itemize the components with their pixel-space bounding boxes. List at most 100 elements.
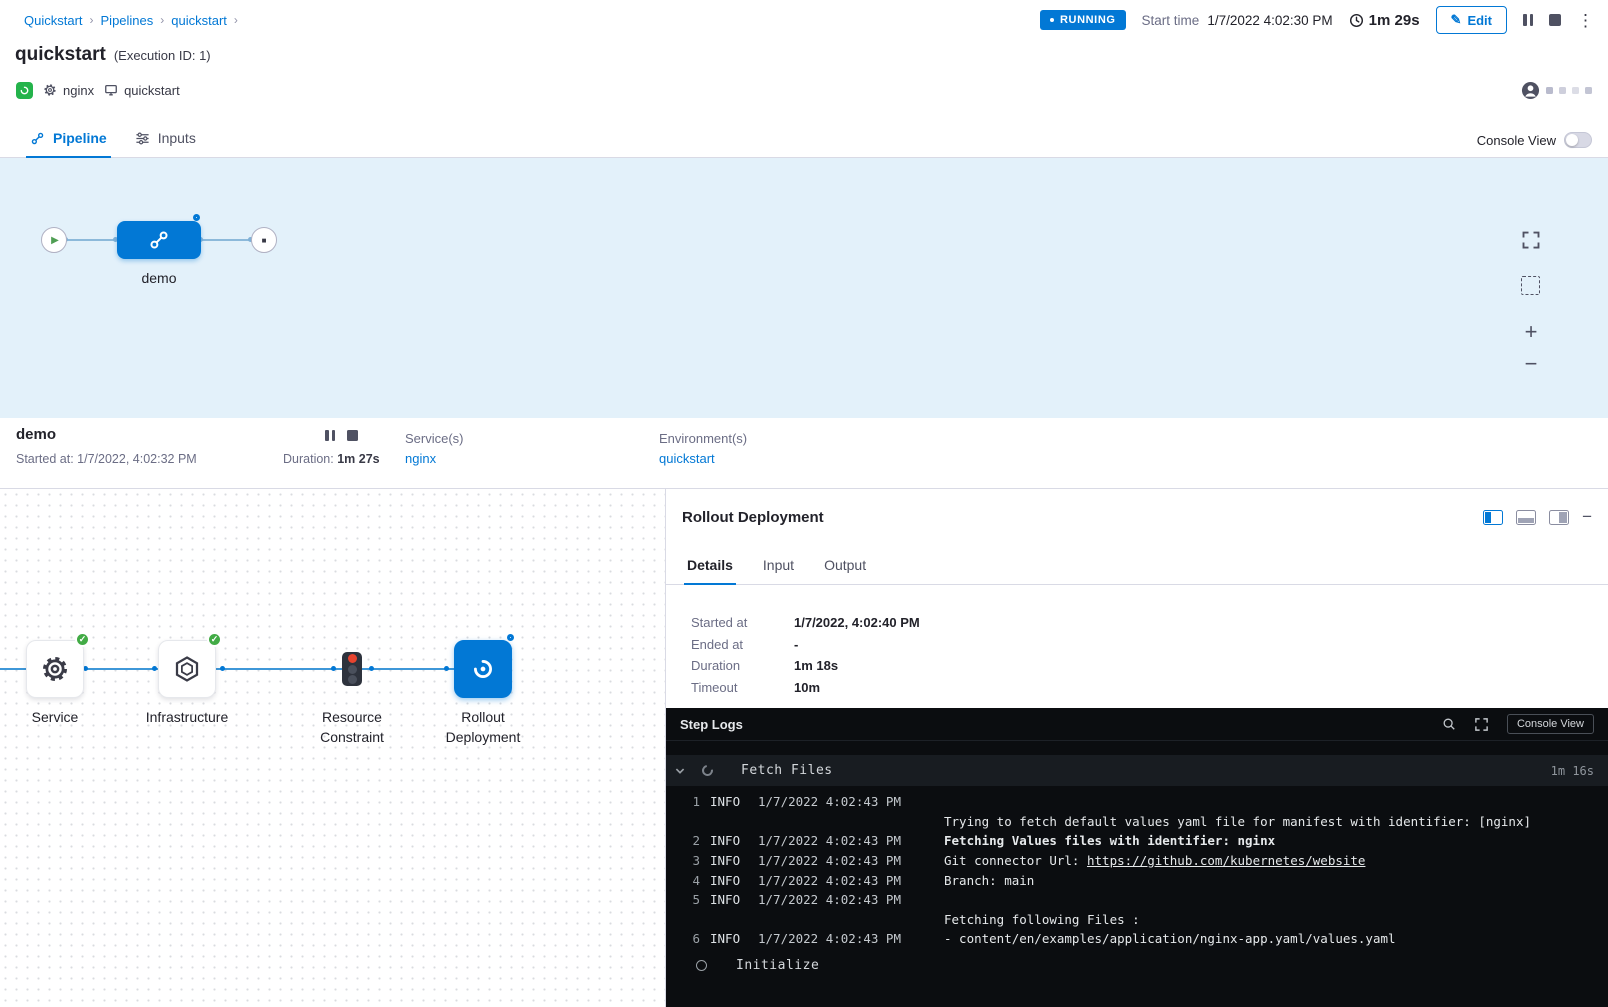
log-section-fetch-files[interactable]: Fetch Files 1m 16s — [666, 755, 1608, 786]
more-options-button[interactable]: ⋮ — [1577, 12, 1594, 29]
field-label: Started at — [691, 615, 794, 630]
layout-bottom-panel-icon[interactable] — [1516, 510, 1536, 525]
edit-button[interactable]: ✎ Edit — [1436, 6, 1507, 34]
tab-output-label: Output — [824, 557, 866, 573]
resource-constraint-node[interactable] — [342, 640, 362, 698]
pause-icon — [325, 430, 335, 441]
log-section-name: Initialize — [736, 958, 819, 973]
graph-edge — [64, 239, 118, 241]
step-logs-header: Step Logs Console View — [666, 708, 1608, 741]
zoom-in-button[interactable]: + — [1519, 320, 1543, 344]
log-level: INFO — [710, 873, 748, 888]
log-section-duration: 1m 16s — [1551, 764, 1594, 778]
log-message: Git connector Url: https://github.com/ku… — [944, 853, 1608, 868]
stop-icon — [347, 430, 358, 441]
tab-inputs[interactable]: Inputs — [121, 130, 210, 157]
tab-details[interactable]: Details — [672, 545, 748, 584]
top-header: Quickstart › Pipelines › quickstart › RU… — [0, 0, 1608, 40]
breadcrumb-link-project[interactable]: Quickstart — [24, 13, 83, 28]
log-level: INFO — [710, 794, 748, 809]
cd-module-icon — [16, 82, 33, 99]
abort-execution-button[interactable] — [1549, 14, 1561, 26]
log-message: Fetching following Files : — [944, 912, 1608, 927]
zoom-out-button[interactable]: − — [1519, 352, 1543, 376]
logs-header-actions: Console View — [1442, 714, 1594, 734]
pipeline-start-node[interactable]: ▶ — [41, 227, 67, 253]
stage-duration: Duration: 1m 27s — [283, 452, 380, 466]
edit-button-label: Edit — [1467, 13, 1492, 28]
log-row: 3 INFO 1/7/2022 4:02:43 PM Git connector… — [666, 851, 1608, 871]
stage-name: demo — [16, 426, 56, 443]
panel-tabs: Details Input Output — [666, 545, 1608, 585]
pause-execution-button[interactable] — [1523, 14, 1533, 26]
stage-services: Service(s) nginx — [405, 431, 464, 466]
tab-inputs-label: Inputs — [158, 130, 196, 146]
logs-search-button[interactable] — [1442, 717, 1456, 731]
log-section-name: Fetch Files — [741, 763, 833, 778]
log-lines: 1 INFO 1/7/2022 4:02:43 PM Trying to fet… — [666, 792, 1608, 949]
stage-stop-button[interactable] — [347, 430, 358, 441]
panel-title: Rollout Deployment — [682, 509, 824, 526]
avatar[interactable] — [1521, 81, 1540, 100]
strip-square-icon — [1572, 87, 1579, 94]
breadcrumb-link-pipelines[interactable]: Pipelines — [101, 13, 154, 28]
field-label: Timeout — [691, 680, 794, 695]
chevron-down-icon — [674, 765, 686, 777]
exec-node-label: Resource Constraint — [292, 707, 412, 748]
tab-output[interactable]: Output — [809, 545, 881, 584]
tab-pipeline-label: Pipeline — [53, 130, 107, 146]
fullscreen-button[interactable] — [1517, 226, 1545, 254]
start-time-label: Start time — [1142, 13, 1200, 28]
tab-input-label: Input — [763, 557, 794, 573]
exec-node-resource-constraint: Resource Constraint — [292, 640, 412, 748]
stage-node-demo[interactable] — [117, 221, 201, 259]
tab-pipeline[interactable]: Pipeline — [16, 130, 121, 157]
tab-input[interactable]: Input — [748, 545, 809, 584]
console-view-label: Console View — [1477, 133, 1556, 148]
environment-link[interactable]: quickstart — [659, 451, 747, 466]
field-row: Timeout 10m — [691, 680, 920, 695]
exec-node-infrastructure: ✓ Infrastructure — [127, 640, 247, 727]
log-section-initialize[interactable]: Initialize — [666, 951, 1608, 979]
service-link[interactable]: nginx — [405, 451, 464, 466]
loading-spinner-icon — [700, 763, 715, 778]
running-spinner-icon — [507, 634, 514, 641]
log-timestamp: 1/7/2022 4:02:43 PM — [758, 873, 934, 888]
breadcrumb: Quickstart › Pipelines › quickstart › — [24, 13, 238, 28]
layout-full-panel-icon[interactable] — [1549, 510, 1569, 525]
log-line-number: 5 — [686, 892, 700, 907]
field-row: Duration 1m 18s — [691, 658, 920, 673]
log-link[interactable]: https://github.com/kubernetes/website — [1087, 853, 1365, 868]
stage-pause-button[interactable] — [325, 430, 335, 441]
logs-expand-button[interactable] — [1474, 717, 1489, 732]
play-icon: ▶ — [51, 235, 59, 246]
search-icon — [1442, 717, 1456, 731]
field-label: Duration — [691, 658, 794, 673]
console-view-switch[interactable] — [1564, 132, 1592, 148]
graph-edge — [200, 239, 252, 241]
breadcrumb-link-pipeline[interactable]: quickstart — [171, 13, 227, 28]
exec-node-label: Service — [32, 707, 79, 727]
exec-node-label: Infrastructure — [146, 707, 228, 727]
breadcrumb-separator: › — [90, 13, 94, 27]
marquee-select-button[interactable] — [1521, 276, 1540, 295]
layout-right-panel-icon[interactable] — [1483, 510, 1503, 525]
stage-environments: Environment(s) quickstart — [659, 431, 747, 466]
service-step-node[interactable] — [26, 640, 84, 698]
logs-console-view-button[interactable]: Console View — [1507, 714, 1594, 734]
infrastructure-step-node[interactable] — [158, 640, 216, 698]
header-actions: RUNNING Start time 1/7/2022 4:02:30 PM 1… — [1040, 6, 1594, 34]
environments-label: Environment(s) — [659, 431, 747, 446]
pipeline-end-node[interactable]: ■ — [251, 227, 277, 253]
stage-started-at: Started at: 1/7/2022, 4:02:32 PM — [16, 452, 197, 466]
console-view-toggle-group: Console View — [1477, 132, 1592, 157]
field-value: 1m 18s — [794, 658, 838, 673]
tags-row: nginx quickstart — [16, 80, 1592, 100]
minimize-panel-button[interactable]: − — [1582, 507, 1592, 527]
rollout-deployment-node[interactable] — [454, 640, 512, 698]
kebab-icon: ⋮ — [1577, 12, 1594, 29]
stop-icon — [1549, 14, 1561, 26]
stage-controls — [325, 430, 358, 441]
started-at-label: Started at: — [16, 452, 74, 466]
log-timestamp: 1/7/2022 4:02:43 PM — [758, 931, 934, 946]
